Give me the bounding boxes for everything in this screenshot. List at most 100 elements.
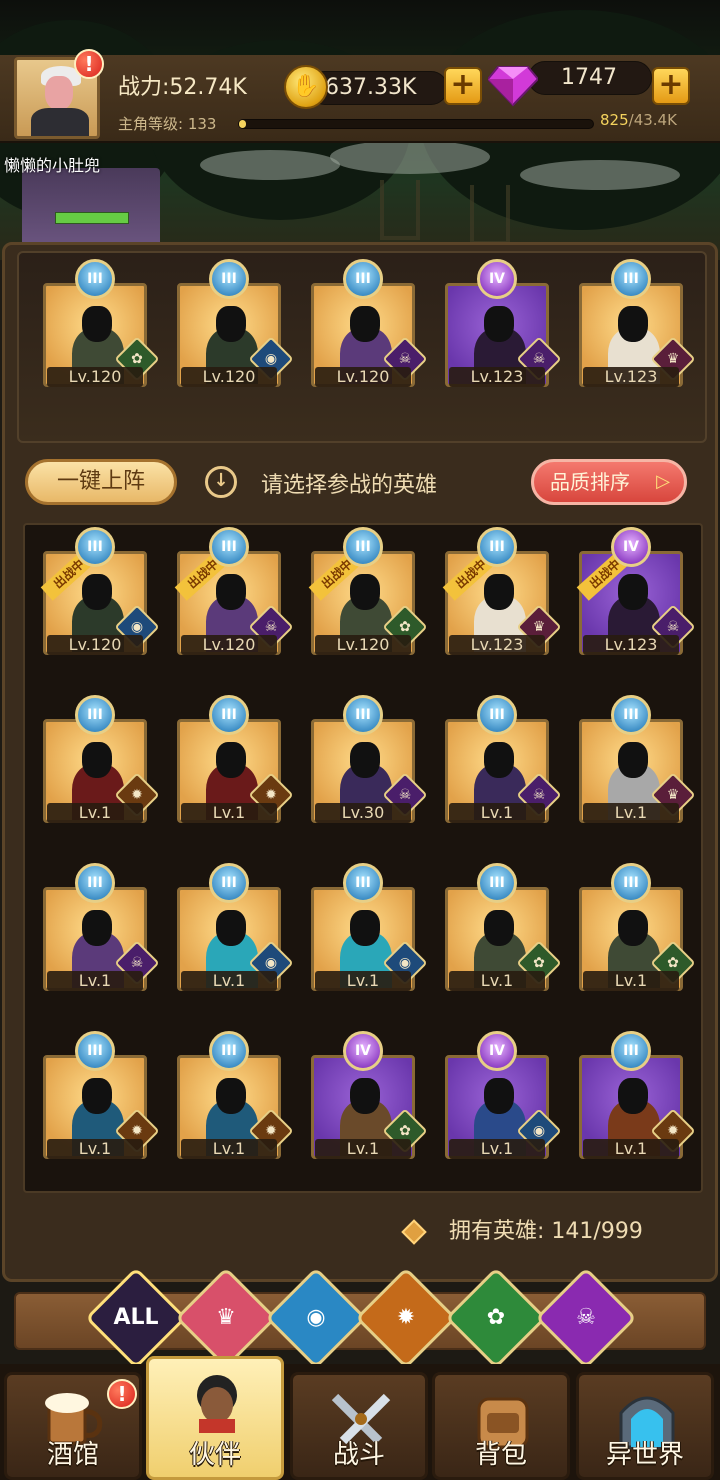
- nav-label: 酒馆: [46, 1440, 99, 1470]
- hero-roster-grid: 出战中 III ◉ Lv.120 出战中 III ☠ Lv.120 出战中 III ✿ Lv.120 出…: [23, 523, 703, 1193]
- nav-backpack[interactable]: 背包: [432, 1372, 570, 1480]
- hero-level: Lv.30: [315, 803, 411, 823]
- player-character: [22, 168, 160, 248]
- nav-tavern[interactable]: 酒馆!: [4, 1372, 142, 1480]
- add-gold-button[interactable]: +: [444, 67, 482, 105]
- hero-card[interactable]: III ☠ Lv.1: [43, 863, 160, 991]
- hero-card[interactable]: III ✹ Lv.1: [43, 1031, 160, 1159]
- select-hero-hint: 请选择参战的英雄: [261, 473, 438, 498]
- nav-alert-icon: !: [107, 1379, 137, 1409]
- rank-badge: III: [209, 259, 249, 299]
- owned-heroes: 拥有英雄: 141/999: [401, 1213, 643, 1245]
- hero-card[interactable]: III ✿ Lv.120: [43, 259, 160, 387]
- rank-badge: III: [611, 863, 651, 903]
- hero-card[interactable]: III ♛ Lv.1: [579, 695, 696, 823]
- play-arrow-icon: ▷: [656, 471, 670, 492]
- filter-knight-icon[interactable]: ♛: [175, 1267, 277, 1369]
- hero-card[interactable]: III ☠ Lv.30: [311, 695, 428, 823]
- hero-card[interactable]: IV ☠ Lv.123: [445, 259, 562, 387]
- rank-badge: III: [75, 527, 115, 567]
- gem-icon: [488, 66, 538, 107]
- filter-fish-icon[interactable]: ◉: [265, 1267, 367, 1369]
- hero-card[interactable]: III ✿ Lv.1: [445, 863, 562, 991]
- hero-card[interactable]: III ✹ Lv.1: [177, 695, 294, 823]
- filter-all-button[interactable]: ALL: [85, 1267, 187, 1369]
- filter-elf-icon[interactable]: ✿: [445, 1267, 547, 1369]
- rank-badge: III: [209, 695, 249, 735]
- hero-level: Lv.123: [449, 635, 545, 655]
- hero-card[interactable]: IV ◉ Lv.1: [445, 1031, 562, 1159]
- xp-bar-fill: [239, 120, 246, 128]
- hero-level: Lv.1: [181, 1139, 277, 1159]
- add-gem-button[interactable]: +: [652, 67, 690, 105]
- hero-card[interactable]: III ◉ Lv.1: [311, 863, 428, 991]
- rank-badge: III: [477, 863, 517, 903]
- rank-badge: III: [611, 695, 651, 735]
- arrow-down-icon: ↓: [205, 466, 237, 498]
- hero-card[interactable]: III ☠ Lv.120: [311, 259, 428, 387]
- hero-level: Lv.1: [583, 1139, 679, 1159]
- hero-card[interactable]: 出战中 IV ☠ Lv.123: [576, 527, 696, 655]
- gold-value: 637.33K: [308, 71, 448, 105]
- hero-card[interactable]: III ✿ Lv.1: [579, 863, 696, 991]
- hero-level: Lv.1: [181, 971, 277, 991]
- rank-badge: III: [75, 695, 115, 735]
- level-label: 主角等级: 133: [118, 115, 217, 133]
- hero-card[interactable]: III ✹ Lv.1: [579, 1031, 696, 1159]
- hero-panel: III ✿ Lv.120 III ◉ Lv.120 III ☠ Lv.120 IV ☠ Lv.123 I…: [2, 242, 718, 1282]
- hero-card[interactable]: III ♛ Lv.123: [579, 259, 696, 387]
- filter-beast-icon[interactable]: ✹: [355, 1267, 457, 1369]
- hero-card[interactable]: 出战中 III ◉ Lv.120: [40, 527, 160, 655]
- hero-level: Lv.120: [181, 367, 277, 387]
- top-bar: ! 战力:52.74K 637.33K ✋ + 1747 + 主角等级: 133…: [0, 49, 720, 143]
- player-name: 懒懒的小肚兜: [4, 156, 101, 175]
- hero-level: Lv.123: [583, 367, 679, 387]
- rank-badge: III: [611, 259, 651, 299]
- hero-level: Lv.120: [181, 635, 277, 655]
- hero-level: Lv.123: [449, 367, 545, 387]
- auto-deploy-button[interactable]: 一键上阵: [25, 459, 177, 505]
- hero-card[interactable]: III ✹ Lv.1: [177, 1031, 294, 1159]
- nav-partner[interactable]: 伙伴: [146, 1356, 284, 1480]
- hero-card[interactable]: IV ✿ Lv.1: [311, 1031, 428, 1159]
- action-row: 一键上阵 ↓ 请选择参战的英雄 品质排序 ▷: [5, 457, 720, 507]
- hero-level: Lv.120: [47, 635, 143, 655]
- hero-card[interactable]: 出战中 III ✿ Lv.120: [308, 527, 428, 655]
- team-lineup: III ✿ Lv.120 III ◉ Lv.120 III ☠ Lv.120 IV ☠ Lv.123 I…: [17, 251, 707, 443]
- hero-card[interactable]: III ◉ Lv.1: [177, 863, 294, 991]
- hero-level: Lv.1: [449, 1139, 545, 1159]
- nav-battle[interactable]: 战斗: [290, 1372, 428, 1480]
- xp-bar: [238, 119, 594, 129]
- nav-otherworld[interactable]: 异世界: [576, 1372, 714, 1480]
- gold-counter: 637.33K ✋ +: [284, 65, 484, 109]
- xp-text: 825/43.4K: [600, 111, 677, 129]
- hero-level: Lv.120: [47, 367, 143, 387]
- hero-card[interactable]: 出战中 III ☠ Lv.120: [174, 527, 294, 655]
- bottom-nav: 酒馆! 伙伴 战斗 背包 异世界: [0, 1356, 720, 1480]
- hero-level: Lv.1: [47, 1139, 143, 1159]
- rank-badge: III: [477, 695, 517, 735]
- rank-badge: III: [209, 1031, 249, 1071]
- quality-sort-button[interactable]: 品质排序 ▷: [531, 459, 687, 505]
- partner-icon: [183, 1373, 251, 1433]
- hero-card[interactable]: III ✹ Lv.1: [43, 695, 160, 823]
- hero-card[interactable]: III ☠ Lv.1: [445, 695, 562, 823]
- nav-label: 背包: [474, 1440, 527, 1470]
- filter-demon-icon[interactable]: ☠: [535, 1267, 637, 1369]
- hero-card[interactable]: III ◉ Lv.120: [177, 259, 294, 387]
- diamond-icon: [401, 1219, 427, 1245]
- hero-level: Lv.1: [583, 803, 679, 823]
- rank-badge: III: [611, 1031, 651, 1071]
- rank-badge: III: [343, 527, 383, 567]
- rank-badge: IV: [611, 527, 651, 567]
- hero-card[interactable]: 出战中 III ♛ Lv.123: [442, 527, 562, 655]
- hero-level: Lv.1: [47, 803, 143, 823]
- rank-badge: III: [477, 527, 517, 567]
- rank-badge: III: [209, 863, 249, 903]
- rank-badge: III: [343, 695, 383, 735]
- rank-badge: III: [343, 259, 383, 299]
- rank-badge: IV: [477, 1031, 517, 1071]
- owned-count: 141/999: [551, 1219, 643, 1244]
- combat-power: 战力:52.74K: [118, 75, 247, 100]
- gold-coin-icon: ✋: [284, 65, 328, 109]
